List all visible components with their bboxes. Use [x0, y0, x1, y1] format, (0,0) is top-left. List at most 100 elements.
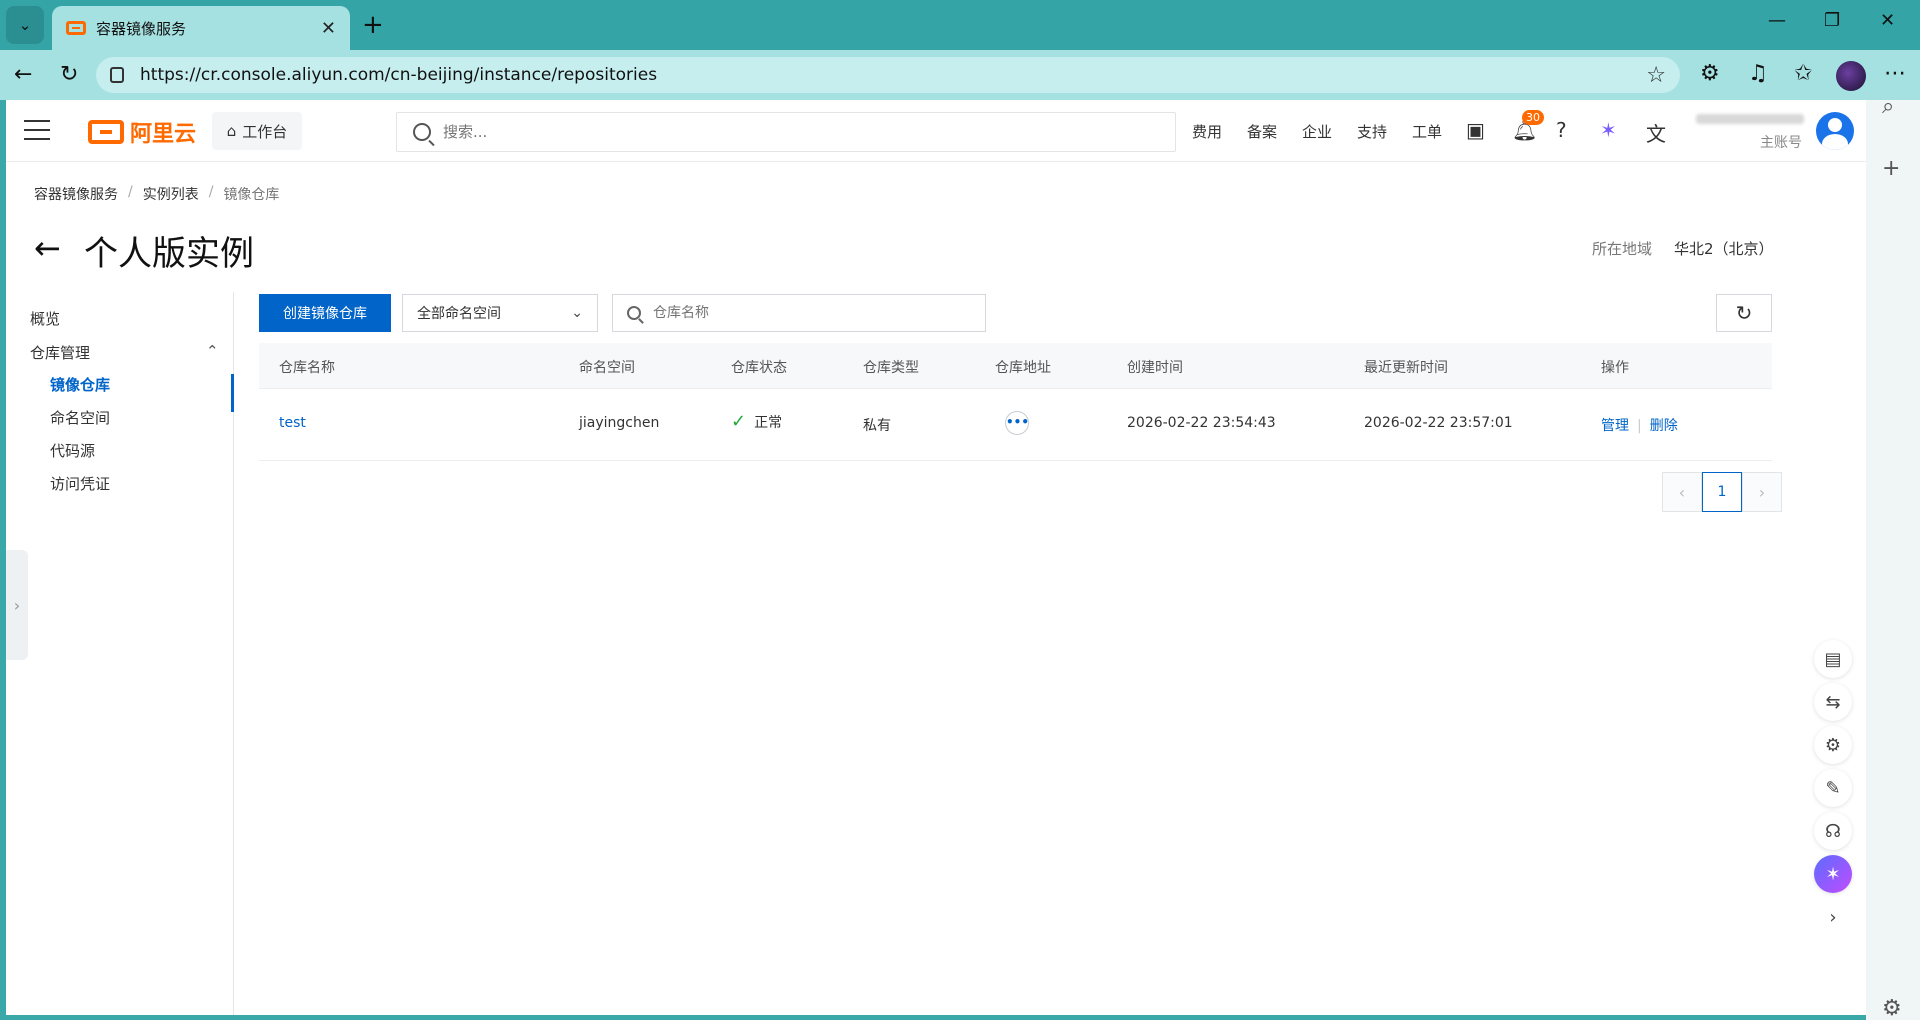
- prev-page-button[interactable]: ‹: [1662, 472, 1702, 512]
- reload-icon[interactable]: ↻: [60, 62, 78, 87]
- media-icon[interactable]: ♫: [1748, 61, 1768, 86]
- more-menu-icon[interactable]: ⋯: [1884, 61, 1906, 86]
- namespace-select-value: 全部命名空间: [417, 306, 501, 322]
- chevron-up-icon[interactable]: ⌃: [206, 342, 219, 360]
- minimize-icon[interactable]: —: [1768, 10, 1786, 31]
- help-icon[interactable]: ?: [1556, 118, 1567, 142]
- sidebar-item-image-repo[interactable]: 镜像仓库: [50, 374, 110, 395]
- terminal-icon[interactable]: ▣: [1466, 118, 1485, 142]
- chevron-right-icon[interactable]: ›: [1814, 898, 1852, 936]
- more-dots-icon[interactable]: •••: [1005, 411, 1029, 435]
- manage-link[interactable]: 管理: [1601, 418, 1629, 434]
- customer-service-icon[interactable]: ☊: [1814, 812, 1852, 850]
- global-search-input[interactable]: [443, 123, 1043, 141]
- repo-type: 私有: [863, 418, 891, 434]
- region-value: 华北2（北京）: [1674, 240, 1774, 258]
- col-updated: 最近更新时间: [1364, 360, 1448, 376]
- repo-table: 仓库名称 命名空间 仓库状态 仓库类型 仓库地址 创建时间 最近更新时间 操作 …: [259, 343, 1772, 461]
- new-tab-button[interactable]: +: [362, 10, 384, 40]
- active-nav-indicator: [231, 374, 234, 412]
- repo-namespace: jiayingchen: [579, 415, 660, 431]
- menu-icp[interactable]: 备案: [1247, 121, 1277, 142]
- address-bar-row: ← ↻ https://cr.console.aliyun.com/cn-bei…: [0, 50, 1920, 100]
- next-page-button[interactable]: ›: [1742, 472, 1782, 512]
- menu-enterprise[interactable]: 企业: [1302, 121, 1332, 142]
- user-avatar[interactable]: [1816, 112, 1854, 150]
- back-arrow-icon[interactable]: ←: [34, 228, 61, 268]
- col-type: 仓库类型: [863, 360, 919, 376]
- page-number-current[interactable]: 1: [1702, 472, 1742, 512]
- menu-fees[interactable]: 费用: [1192, 121, 1222, 142]
- ai-assistant-icon[interactable]: ✶: [1600, 118, 1617, 142]
- breadcrumb: 容器镜像服务 / 实例列表 / 镜像仓库: [34, 184, 279, 204]
- lock-icon: [110, 67, 124, 83]
- tab-actions-button[interactable]: ⌄: [6, 6, 44, 44]
- region-label: 所在地域: [1592, 240, 1653, 258]
- breadcrumb-separator: /: [208, 184, 214, 200]
- url-text[interactable]: https://cr.console.aliyun.com/cn-beijing…: [140, 65, 1646, 85]
- ai-assistant-float-icon[interactable]: ✶: [1814, 855, 1852, 893]
- create-repo-button[interactable]: 创建镜像仓库: [259, 294, 391, 332]
- pagination: ‹ 1 ›: [1662, 472, 1782, 512]
- extensions-icon[interactable]: ⚙: [1700, 61, 1720, 86]
- close-window-icon[interactable]: ✕: [1880, 10, 1895, 31]
- repo-search-input[interactable]: [653, 305, 953, 321]
- table-row: test jiayingchen ✓ 正常 私有 ••• 2026-02-22 2…: [259, 389, 1772, 461]
- namespace-select[interactable]: 全部命名空间 ⌄: [402, 294, 598, 332]
- aliyun-logo-mark-icon: [88, 120, 124, 144]
- aliyun-favicon-icon: [66, 21, 86, 35]
- settings-gear-icon[interactable]: ⚙: [1814, 726, 1852, 764]
- menu-ticket[interactable]: 工单: [1412, 121, 1442, 142]
- browser-profile-avatar[interactable]: [1836, 61, 1866, 91]
- chevron-down-icon: ⌄: [571, 305, 583, 321]
- sidebar-group-repo-mgmt[interactable]: 仓库管理: [30, 342, 90, 363]
- browser-sidebar: ⌕ + ⚙: [1866, 94, 1920, 1020]
- sidebar-item-access-credential[interactable]: 访问凭证: [50, 473, 110, 494]
- sidebar-add-icon[interactable]: +: [1882, 156, 1900, 181]
- hamburger-menu-icon[interactable]: [24, 120, 50, 140]
- breadcrumb-instance-list[interactable]: 实例列表: [143, 184, 199, 204]
- check-icon: ✓: [731, 411, 747, 432]
- browser-tab[interactable]: 容器镜像服务 ✕: [52, 6, 350, 50]
- search-icon: [627, 306, 641, 320]
- sidebar-settings-icon[interactable]: ⚙: [1882, 996, 1902, 1020]
- refresh-button[interactable]: ↻: [1716, 294, 1772, 332]
- sidebar-item-code-source[interactable]: 代码源: [50, 440, 95, 461]
- sidebar-item-namespace[interactable]: 命名空间: [50, 407, 110, 428]
- repo-status-text: 正常: [754, 415, 783, 431]
- breadcrumb-separator: /: [128, 184, 133, 200]
- console-top-nav: 阿里云 ⌂ 工作台 费用 备案 企业 支持 工单 ▣ 🔔︎ 30 ? ✶ 文 主…: [6, 100, 1866, 162]
- close-tab-icon[interactable]: ✕: [321, 18, 336, 39]
- address-bar[interactable]: https://cr.console.aliyun.com/cn-beijing…: [96, 57, 1680, 93]
- tab-title: 容器镜像服务: [96, 19, 187, 38]
- logo-text: 阿里云: [130, 122, 197, 147]
- col-namespace: 命名空间: [579, 360, 635, 376]
- browser-tab-strip: ⌄ 容器镜像服务 ✕ + — ❐ ✕: [0, 0, 1920, 50]
- aliyun-logo[interactable]: 阿里云: [88, 116, 196, 148]
- workbench-button[interactable]: ⌂ 工作台: [212, 112, 302, 150]
- delete-link[interactable]: 删除: [1650, 418, 1678, 434]
- sidebar-item-overview[interactable]: 概览: [30, 308, 60, 329]
- favorites-icon[interactable]: ✩: [1794, 61, 1812, 86]
- back-icon[interactable]: ←: [14, 62, 32, 87]
- feedback-edit-icon[interactable]: ✎: [1814, 769, 1852, 807]
- col-status: 仓库状态: [731, 360, 787, 376]
- search-icon: [413, 123, 431, 141]
- repo-search[interactable]: [612, 294, 986, 332]
- sidebar-search-icon[interactable]: ⌕: [1882, 94, 1894, 119]
- docs-icon[interactable]: ▤: [1814, 640, 1852, 678]
- menu-support[interactable]: 支持: [1357, 121, 1387, 142]
- action-separator: |: [1637, 418, 1642, 434]
- global-search[interactable]: [396, 112, 1176, 152]
- api-icon[interactable]: ⇆: [1814, 683, 1852, 721]
- repo-status: ✓ 正常: [731, 411, 782, 432]
- sidebar-expand-handle[interactable]: ›: [6, 550, 28, 660]
- breadcrumb-service[interactable]: 容器镜像服务: [34, 184, 118, 204]
- restore-icon[interactable]: ❐: [1824, 10, 1840, 31]
- page-title: 个人版实例: [84, 234, 254, 274]
- workbench-label: 工作台: [242, 122, 288, 141]
- repo-name-link[interactable]: test: [279, 415, 306, 431]
- language-icon[interactable]: 文: [1646, 118, 1666, 147]
- repo-updated: 2026-02-22 23:57:01: [1364, 415, 1513, 431]
- favorite-star-icon[interactable]: ☆: [1646, 63, 1666, 88]
